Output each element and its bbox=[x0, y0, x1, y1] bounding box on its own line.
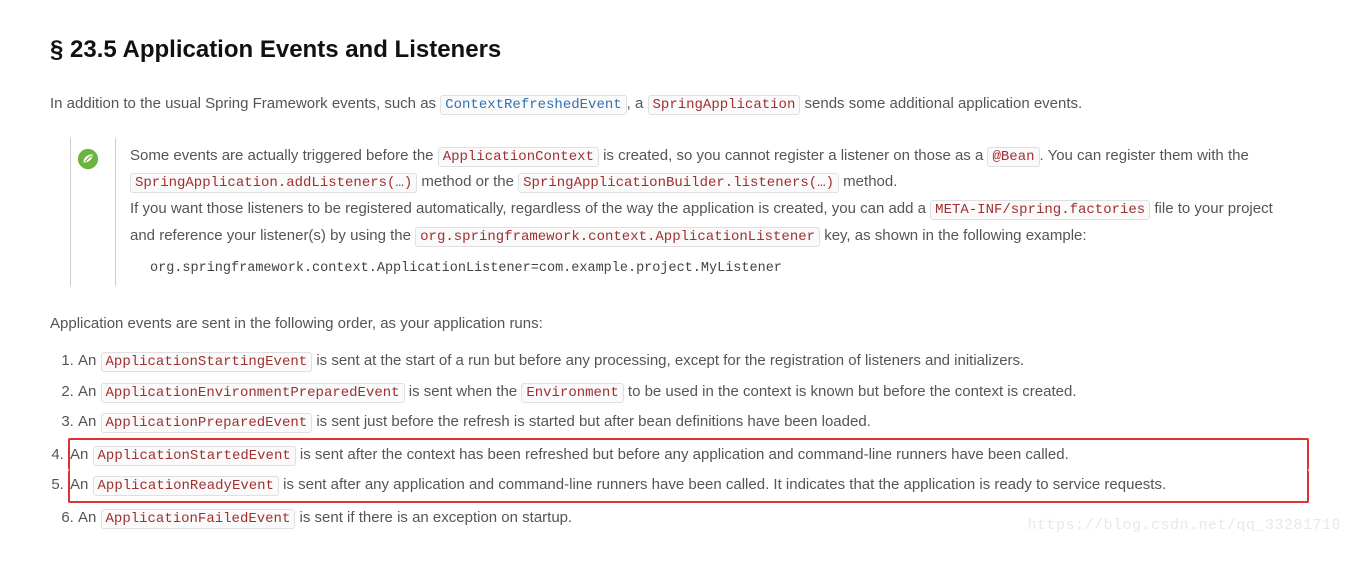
item-text: An bbox=[78, 383, 101, 400]
code-event: ApplicationEnvironmentPreparedEvent bbox=[101, 383, 405, 403]
note-content: Some events are actually triggered befor… bbox=[115, 138, 1309, 286]
item-text: is sent after any application and comman… bbox=[279, 476, 1166, 493]
note-code-example: org.springframework.context.ApplicationL… bbox=[150, 258, 1297, 281]
intro-text: sends some additional application events… bbox=[800, 95, 1082, 112]
intro-paragraph: In addition to the usual Spring Framewor… bbox=[50, 91, 1309, 118]
item-text: An bbox=[78, 352, 101, 369]
code-spring-application: SpringApplication bbox=[648, 95, 801, 115]
note-text: key, as shown in the following example: bbox=[820, 227, 1087, 244]
item-text: An bbox=[70, 446, 93, 463]
spring-leaf-icon bbox=[71, 138, 115, 286]
intro-text: , a bbox=[627, 95, 648, 112]
intro-text: In addition to the usual Spring Framewor… bbox=[50, 95, 440, 112]
note-text: method or the bbox=[417, 173, 518, 190]
list-item: An ApplicationEnvironmentPreparedEvent i… bbox=[78, 377, 1309, 408]
note-text: If you want those listeners to be regist… bbox=[130, 200, 930, 217]
code-add-listeners: SpringApplication.addListeners(…) bbox=[130, 173, 417, 193]
item-text: is sent at the start of a run but before… bbox=[312, 352, 1024, 369]
item-text: An bbox=[78, 413, 101, 430]
event-ordered-list: An ApplicationStartingEvent is sent at t… bbox=[50, 346, 1309, 533]
list-item: An ApplicationFailedEvent is sent if the… bbox=[78, 503, 1309, 534]
section-heading: § 23.5 Application Events and Listeners bbox=[50, 30, 1309, 71]
note-box: Some events are actually triggered befor… bbox=[70, 138, 1309, 286]
note-text: method. bbox=[839, 173, 897, 190]
item-text: is sent when the bbox=[405, 383, 522, 400]
code-environment: Environment bbox=[521, 383, 623, 403]
code-spring-factories: META-INF/spring.factories bbox=[930, 200, 1150, 220]
note-text: . You can register them with the bbox=[1040, 147, 1249, 164]
item-text: An bbox=[70, 476, 93, 493]
item-text: An bbox=[78, 509, 101, 526]
note-text: Some events are actually triggered befor… bbox=[130, 147, 438, 164]
item-text: is sent after the context has been refre… bbox=[296, 446, 1069, 463]
code-event: ApplicationPreparedEvent bbox=[101, 413, 313, 433]
order-intro: Application events are sent in the follo… bbox=[50, 311, 1309, 337]
item-text: is sent just before the refresh is start… bbox=[312, 413, 871, 430]
item-text: to be used in the context is known but b… bbox=[624, 383, 1077, 400]
list-item: An ApplicationStartedEvent is sent after… bbox=[68, 438, 1309, 471]
code-event: ApplicationStartedEvent bbox=[93, 446, 296, 466]
code-event: ApplicationFailedEvent bbox=[101, 509, 296, 529]
code-application-context: ApplicationContext bbox=[438, 147, 599, 167]
note-text: is created, so you cannot register a lis… bbox=[599, 147, 988, 164]
list-item: An ApplicationPreparedEvent is sent just… bbox=[78, 407, 1309, 438]
code-builder-listeners: SpringApplicationBuilder.listeners(…) bbox=[518, 173, 839, 193]
list-item: An ApplicationStartingEvent is sent at t… bbox=[78, 346, 1309, 377]
list-item: An ApplicationReadyEvent is sent after a… bbox=[68, 470, 1309, 503]
code-context-refreshed: ContextRefreshedEvent bbox=[440, 95, 626, 115]
code-bean-annotation: @Bean bbox=[987, 147, 1039, 167]
code-event: ApplicationStartingEvent bbox=[101, 352, 313, 372]
code-application-listener: org.springframework.context.ApplicationL… bbox=[415, 227, 820, 247]
code-event: ApplicationReadyEvent bbox=[93, 476, 279, 496]
item-text: is sent if there is an exception on star… bbox=[295, 509, 572, 526]
